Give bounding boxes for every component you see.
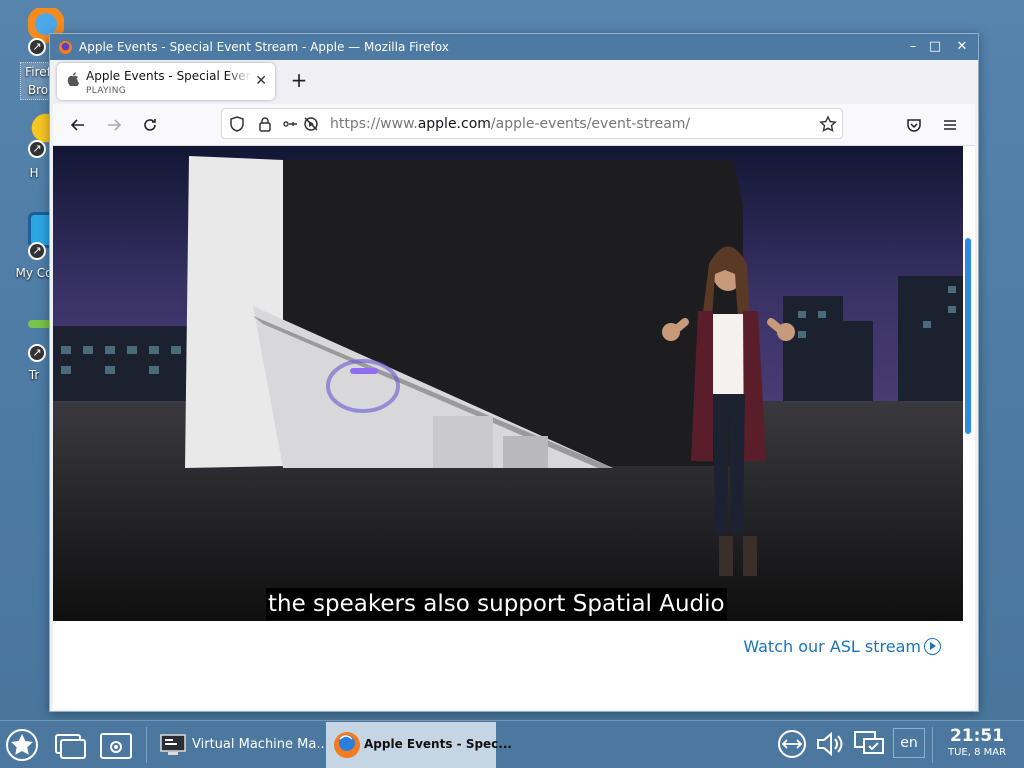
video-player[interactable]: the speakers also support Spatial Audio — [53, 146, 963, 621]
shortcut-arrow-icon: ↗ — [28, 38, 46, 56]
display-icon[interactable] — [852, 727, 886, 761]
minimize-button[interactable]: – — [904, 38, 922, 56]
tab-title: Apple Events - Special Event Stream - Ap… — [86, 69, 251, 83]
reload-icon — [144, 119, 156, 131]
start-menu-icon[interactable] — [4, 727, 40, 763]
reload-button[interactable] — [137, 112, 163, 138]
maximize-button[interactable]: □ — [926, 38, 944, 56]
taskbar-separator — [932, 727, 933, 763]
shortcut-arrow-icon: ↗ — [28, 140, 46, 158]
tab-strip: Apple Events - Special Event Stream - Ap… — [53, 60, 975, 104]
clock-time: 21:51 — [949, 726, 1005, 746]
network-icon[interactable] — [775, 727, 809, 761]
taskbar: Virtual Machine Ma... Apple Events - Spe… — [0, 720, 1024, 768]
back-arrow-icon — [70, 119, 84, 131]
firefox-icon — [58, 40, 73, 55]
clock[interactable]: 21:51 TUE, 8 MAR — [934, 726, 1020, 760]
play-circle-icon — [924, 638, 941, 655]
forward-arrow-icon — [108, 119, 122, 131]
bookmark-star-icon[interactable] — [819, 115, 837, 133]
close-window-button[interactable]: ✕ — [953, 38, 971, 56]
task-label: Apple Events - Spec... — [364, 737, 512, 751]
show-desktop-icon[interactable] — [52, 727, 88, 763]
autoplay-blocked-icon[interactable] — [302, 115, 320, 133]
page-scrollbar[interactable] — [965, 238, 971, 434]
hamburger-menu-icon — [944, 120, 956, 130]
menu-button[interactable] — [937, 112, 963, 138]
task-virtual-machine-manager[interactable]: Virtual Machine Ma... — [152, 722, 329, 768]
shortcut-arrow-icon: ↗ — [28, 344, 46, 362]
taskbar-separator — [146, 727, 147, 763]
task-label: Virtual Machine Ma... — [192, 737, 329, 752]
clock-date: TUE, 8 MAR — [947, 747, 1007, 758]
asl-link-label: Watch our ASL stream — [743, 637, 921, 656]
tab-apple-events[interactable]: Apple Events - Special Event Stream - Ap… — [57, 63, 275, 100]
close-tab-button[interactable]: ✕ — [255, 73, 267, 89]
volume-icon[interactable] — [813, 727, 847, 761]
permissions-icon[interactable] — [282, 115, 300, 133]
page-content: the speakers also support Spatial Audio … — [53, 146, 975, 710]
desktop-icon-label: Tr — [28, 368, 40, 382]
virtual-machine-manager-icon — [160, 734, 186, 755]
keyboard-language-indicator[interactable]: en — [893, 728, 925, 758]
back-button[interactable] — [65, 112, 91, 138]
firefox-window: Apple Events - Special Event Stream - Ap… — [49, 33, 979, 712]
window-titlebar[interactable]: Apple Events - Special Event Stream - Ap… — [50, 34, 978, 60]
url-path: /apple-events/event-stream/ — [490, 116, 691, 132]
task-firefox[interactable]: Apple Events - Spec... — [326, 722, 512, 768]
navigation-toolbar: https://www.apple.com/apple-events/event… — [53, 104, 975, 146]
pocket-icon — [907, 119, 921, 132]
pocket-button[interactable] — [901, 112, 927, 138]
lock-icon[interactable] — [256, 115, 274, 133]
shortcut-arrow-icon: ↗ — [28, 242, 46, 260]
url-prefix: https://www. — [330, 116, 418, 132]
video-frame-image — [53, 146, 963, 621]
window-title: Apple Events - Special Event Stream - Ap… — [79, 40, 449, 54]
url-bar[interactable]: https://www.apple.com/apple-events/event… — [221, 108, 843, 139]
shield-icon[interactable] — [228, 115, 246, 133]
desktop-icon-label: H — [29, 166, 39, 180]
new-tab-button[interactable]: + — [289, 70, 309, 91]
video-caption: the speakers also support Spatial Audio — [266, 588, 727, 620]
desktop-icon-label: My Co — [15, 266, 53, 280]
url-domain: apple.com — [417, 116, 491, 132]
file-manager-icon[interactable] — [98, 727, 134, 763]
firefox-icon — [334, 732, 360, 758]
forward-button[interactable] — [101, 112, 127, 138]
url-text[interactable]: https://www.apple.com/apple-events/event… — [330, 116, 690, 132]
watch-asl-stream-link[interactable]: Watch our ASL stream — [743, 637, 941, 656]
apple-logo-icon — [67, 72, 79, 86]
tab-playing-status: PLAYING — [86, 86, 127, 96]
